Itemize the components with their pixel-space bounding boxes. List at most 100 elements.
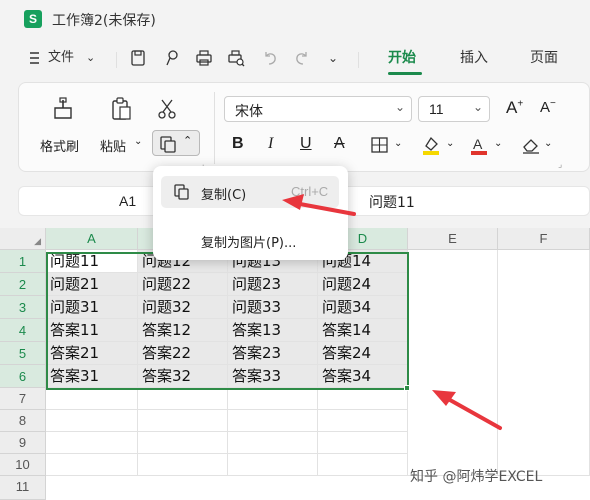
chevron-up-icon[interactable]: ⌃ [183, 134, 192, 147]
column-header-a[interactable]: A [46, 228, 138, 250]
increase-font-icon[interactable]: A+ [506, 98, 523, 118]
clear-format-icon[interactable] [520, 135, 542, 155]
fill-handle[interactable] [404, 385, 410, 391]
chevron-down-icon[interactable]: ⌄ [86, 47, 95, 69]
chevron-down-icon[interactable]: ⌄ [544, 138, 552, 149]
menu-item-copy-as-picture[interactable]: 复制为图片(P)... [201, 232, 296, 251]
menu-item-copy-label: 复制(C) [201, 188, 247, 203]
chevron-down-icon: ⌄ [472, 100, 483, 114]
row-header[interactable]: 9 [0, 432, 46, 454]
chevron-down-icon[interactable]: ⌄ [446, 138, 454, 149]
column-header-e[interactable]: E [408, 228, 498, 250]
empty-cell[interactable] [318, 388, 408, 410]
paste-label[interactable]: 粘贴 [100, 136, 126, 155]
menu-item-copy-shortcut: Ctrl+C [291, 184, 329, 199]
empty-cells[interactable] [498, 388, 590, 476]
undo-icon[interactable] [260, 48, 280, 68]
menu-item-copy[interactable]: 复制(C) Ctrl+C [161, 176, 339, 208]
tab-start[interactable]: 开始 [388, 47, 416, 69]
empty-cell[interactable] [138, 432, 228, 454]
document-title: 工作簿2(未保存) [52, 13, 156, 29]
menu-bar: 文件 ⌄ ⌄ 开始 插入 页面 [0, 40, 590, 76]
row-header[interactable]: 10 [0, 454, 46, 476]
cut-icon[interactable] [154, 97, 180, 121]
chevron-down-icon: ⌄ [394, 100, 405, 114]
format-painter-icon[interactable] [50, 96, 76, 122]
selection-border [46, 252, 409, 390]
tab-page[interactable]: 页面 [530, 47, 558, 69]
svg-text:A: A [473, 136, 483, 152]
empty-cell[interactable] [46, 410, 138, 432]
file-menu[interactable]: 文件 [48, 47, 74, 69]
font-size-select[interactable]: 11 ⌄ [418, 96, 490, 122]
empty-cell[interactable] [318, 454, 408, 476]
formula-input[interactable]: 问题11 [369, 192, 415, 212]
bold-icon[interactable]: B [232, 135, 244, 153]
print-icon[interactable] [194, 48, 214, 68]
empty-cells[interactable] [408, 388, 498, 476]
row-header[interactable]: 6 [0, 365, 46, 388]
font-name-select[interactable]: 宋体 ⌄ [224, 96, 412, 122]
empty-cell[interactable] [228, 388, 318, 410]
chevron-down-icon[interactable]: ⌄ [494, 138, 502, 149]
name-box[interactable]: A1 [119, 193, 136, 209]
decrease-font-icon[interactable]: A− [540, 98, 556, 116]
empty-cell[interactable] [318, 432, 408, 454]
font-name-value: 宋体 [235, 104, 263, 120]
save-icon[interactable] [128, 48, 148, 68]
divider [116, 52, 117, 68]
empty-cell[interactable] [228, 410, 318, 432]
copy-dropdown-menu: 复制(C) Ctrl+C 复制为图片(P)... [153, 166, 348, 260]
chevron-down-icon[interactable]: ⌄ [394, 138, 402, 149]
column-header-f[interactable]: F [498, 228, 590, 250]
strikethrough-icon[interactable]: A [334, 135, 345, 153]
divider [214, 92, 215, 164]
spreadsheet-grid: ◢ A B C D E F 1 2 3 4 5 6 7 8 9 10 11 问题… [0, 228, 590, 500]
empty-cell[interactable] [138, 388, 228, 410]
empty-cell[interactable] [138, 454, 228, 476]
copy-icon [174, 184, 189, 200]
paste-dropdown-icon[interactable]: ⌄ [134, 136, 142, 147]
share-icon[interactable] [162, 48, 182, 68]
empty-cell[interactable] [138, 410, 228, 432]
redo-icon[interactable] [292, 48, 312, 68]
divider [358, 52, 359, 68]
more-chevron-icon[interactable]: ⌄ [328, 47, 338, 69]
fill-color-icon[interactable] [420, 134, 442, 156]
row-header[interactable]: 8 [0, 410, 46, 432]
title-bar: S 工作簿2(未保存) [0, 0, 590, 38]
empty-cell[interactable] [46, 432, 138, 454]
empty-cell[interactable] [228, 454, 318, 476]
underline-icon[interactable]: U [300, 135, 312, 153]
font-color-icon[interactable]: A [468, 134, 490, 156]
row-header[interactable]: 11 [0, 476, 46, 500]
empty-cells[interactable] [498, 250, 590, 388]
row-header[interactable]: 2 [0, 273, 46, 296]
row-header[interactable]: 7 [0, 388, 46, 410]
select-all-icon: ◢ [34, 237, 41, 247]
copy-icon [160, 136, 176, 153]
dialog-launcher-icon[interactable]: ⌟ [558, 160, 562, 170]
print-preview-icon[interactable] [226, 48, 246, 68]
empty-cell[interactable] [46, 454, 138, 476]
empty-cell[interactable] [46, 388, 138, 410]
italic-icon[interactable]: I [268, 135, 273, 153]
app-logo: S [24, 10, 42, 28]
font-size-value: 11 [429, 101, 444, 117]
row-header[interactable]: 3 [0, 296, 46, 319]
border-icon[interactable] [370, 136, 390, 154]
empty-cell[interactable] [228, 432, 318, 454]
copy-button[interactable]: ⌃ [152, 130, 200, 156]
menu-icon[interactable] [26, 48, 46, 68]
empty-cell[interactable] [318, 410, 408, 432]
format-painter-label[interactable]: 格式刷 [40, 136, 79, 155]
paste-icon[interactable] [108, 96, 134, 122]
watermark: 知乎 @阿炜学EXCEL [410, 469, 543, 485]
row-header[interactable]: 1 [0, 250, 46, 273]
row-header[interactable]: 4 [0, 319, 46, 342]
tab-insert[interactable]: 插入 [460, 47, 488, 69]
row-header[interactable]: 5 [0, 342, 46, 365]
select-all-corner[interactable]: ◢ [0, 228, 46, 250]
active-tab-indicator [388, 72, 422, 75]
empty-cells[interactable] [408, 250, 498, 388]
